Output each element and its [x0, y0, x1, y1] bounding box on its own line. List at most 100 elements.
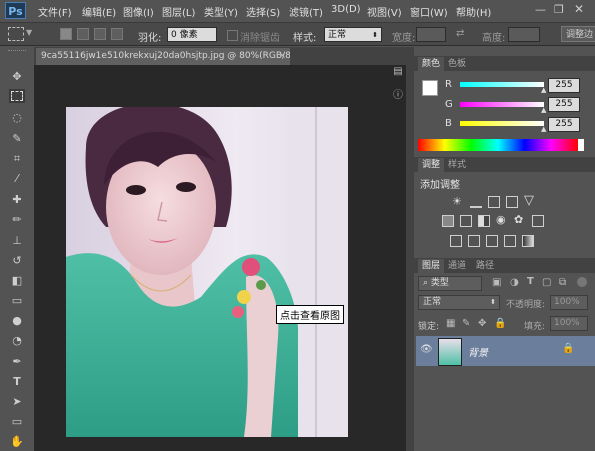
vibrance-icon[interactable]: ▽: [524, 193, 534, 208]
subtract-selection-icon[interactable]: [94, 28, 106, 40]
curves-icon[interactable]: [488, 196, 500, 208]
layer-row-background[interactable]: 👁 背景 🔒: [416, 336, 595, 366]
fill-input[interactable]: 100%: [550, 316, 588, 331]
document-image[interactable]: [66, 107, 348, 437]
menu-window[interactable]: 窗口(W): [410, 4, 448, 19]
menu-image[interactable]: 图像(I): [123, 4, 154, 19]
invert-icon[interactable]: [450, 235, 462, 247]
tab-layers[interactable]: 图层: [418, 259, 445, 273]
eyedropper-tool-icon[interactable]: ⁄: [9, 171, 25, 187]
black-white-icon[interactable]: [478, 215, 490, 227]
rectangle-tool-icon[interactable]: ▭: [9, 414, 25, 430]
refine-edge-button[interactable]: 调整边: [561, 26, 595, 42]
type-tool-icon[interactable]: T: [9, 374, 25, 390]
feather-input[interactable]: 0 像素: [167, 27, 217, 42]
properties-panel-icon[interactable]: ⓘ: [391, 86, 405, 101]
layer-filter-select[interactable]: ⌕ 类型: [418, 276, 482, 291]
threshold-icon[interactable]: [486, 235, 498, 247]
menu-file[interactable]: 文件(F): [38, 4, 72, 19]
slider-r[interactable]: [460, 82, 544, 87]
menu-3d[interactable]: 3D(D): [331, 4, 361, 15]
gradient-map-icon[interactable]: [522, 235, 534, 247]
close-window-icon[interactable]: ✕: [574, 2, 584, 16]
menu-view[interactable]: 视图(V): [367, 4, 402, 19]
color-lookup-icon[interactable]: [532, 215, 544, 227]
lock-all-icon[interactable]: 🔒: [494, 318, 506, 329]
levels-icon[interactable]: [470, 196, 482, 208]
width-input[interactable]: [416, 27, 446, 42]
chevron-down-icon[interactable]: ▼: [26, 28, 32, 37]
menu-help[interactable]: 帮助(H): [456, 4, 491, 19]
brightness-icon[interactable]: ☀: [452, 195, 462, 208]
tab-swatches[interactable]: 色板: [444, 57, 470, 71]
intersect-selection-icon[interactable]: [111, 28, 123, 40]
marquee-tool-icon[interactable]: [9, 89, 25, 103]
smart-object-filter-icon[interactable]: ⧉: [559, 277, 566, 288]
antialias-checkbox[interactable]: [227, 30, 238, 41]
eraser-tool-icon[interactable]: ◧: [9, 273, 25, 289]
quick-select-tool-icon[interactable]: ✎: [9, 131, 25, 147]
slider-thumb-icon[interactable]: ▲: [541, 106, 546, 114]
menu-layer[interactable]: 图层(L): [162, 4, 195, 19]
history-brush-tool-icon[interactable]: ↺: [9, 253, 25, 269]
selective-color-icon[interactable]: [504, 235, 516, 247]
height-input[interactable]: [508, 27, 540, 42]
r-value-input[interactable]: 255: [548, 78, 580, 93]
lock-pixels-icon[interactable]: ✎: [462, 318, 470, 329]
add-selection-icon[interactable]: [77, 28, 89, 40]
posterize-icon[interactable]: [468, 235, 480, 247]
tab-adjustments[interactable]: 调整: [418, 158, 445, 172]
marquee-preset-icon[interactable]: [8, 27, 24, 41]
tab-close-icon[interactable]: ×: [278, 48, 286, 65]
healing-brush-tool-icon[interactable]: ✚: [9, 192, 25, 208]
tab-styles[interactable]: 样式: [444, 158, 470, 172]
channel-mixer-icon[interactable]: ✿: [514, 213, 523, 226]
path-select-tool-icon[interactable]: ➤: [9, 394, 25, 410]
menu-edit[interactable]: 编辑(E): [82, 4, 116, 19]
document-tab[interactable]: 9ca55116jw1e510krekxuj20da0hsjtp.jpg @ 8…: [36, 48, 290, 65]
minimize-icon[interactable]: —: [535, 3, 546, 16]
lasso-tool-icon[interactable]: ◌: [9, 110, 25, 126]
tab-channels[interactable]: 通道: [444, 259, 470, 273]
restore-icon[interactable]: ❐: [554, 3, 564, 16]
filter-toggle-icon[interactable]: [577, 277, 587, 287]
slider-thumb-icon[interactable]: ▲: [541, 125, 546, 133]
layer-name[interactable]: 背景: [468, 344, 488, 359]
foreground-color-swatch[interactable]: [422, 80, 438, 96]
crop-tool-icon[interactable]: ⌗: [9, 151, 25, 167]
slider-b[interactable]: [460, 121, 544, 126]
hand-tool-icon[interactable]: ✋: [9, 434, 25, 450]
pixel-filter-icon[interactable]: ▣: [492, 277, 501, 288]
gradient-tool-icon[interactable]: ▭: [9, 293, 25, 309]
blend-mode-select[interactable]: 正常 ⬍: [418, 295, 500, 310]
hue-saturation-icon[interactable]: [442, 215, 454, 227]
swap-icon[interactable]: ⇄: [456, 28, 464, 39]
slider-g[interactable]: [460, 102, 544, 107]
visibility-eye-icon[interactable]: 👁: [420, 344, 433, 355]
color-balance-icon[interactable]: [460, 215, 472, 227]
type-filter-icon[interactable]: T: [527, 276, 534, 287]
opacity-input[interactable]: 100%: [550, 295, 588, 310]
white-swatch[interactable]: [578, 139, 584, 151]
clone-stamp-tool-icon[interactable]: ⊥: [9, 233, 25, 249]
new-selection-icon[interactable]: [60, 28, 72, 40]
brush-tool-icon[interactable]: ✏: [9, 212, 25, 228]
menu-select[interactable]: 选择(S): [246, 4, 280, 19]
history-panel-icon[interactable]: ▤: [391, 66, 405, 80]
tab-paths[interactable]: 路径: [472, 259, 498, 273]
photo-filter-icon[interactable]: ◉: [496, 213, 506, 226]
menu-type[interactable]: 类型(Y): [204, 4, 238, 19]
dodge-tool-icon[interactable]: ◔: [9, 333, 25, 349]
view-original-tooltip[interactable]: 点击查看原图: [276, 305, 344, 324]
lock-transparent-icon[interactable]: ▦: [446, 318, 455, 329]
move-tool-icon[interactable]: ✥: [9, 69, 25, 85]
lock-position-icon[interactable]: ✥: [478, 318, 486, 329]
menu-filter[interactable]: 滤镜(T): [289, 4, 323, 19]
exposure-icon[interactable]: [506, 196, 518, 208]
adjustment-filter-icon[interactable]: ◑: [510, 277, 519, 288]
blur-tool-icon[interactable]: ●: [9, 313, 25, 329]
shape-filter-icon[interactable]: ▢: [542, 277, 551, 288]
slider-thumb-icon[interactable]: ▲: [541, 86, 546, 94]
tab-color[interactable]: 颜色: [418, 57, 445, 71]
pen-tool-icon[interactable]: ✒: [9, 354, 25, 370]
